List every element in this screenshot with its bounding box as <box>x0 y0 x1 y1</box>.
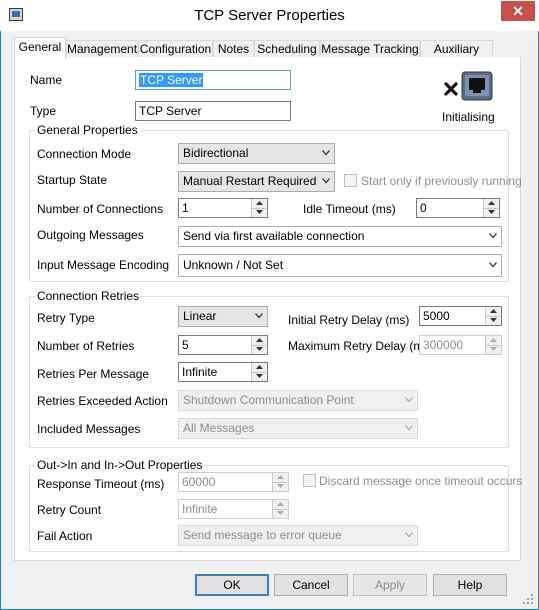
connection-retries-legend: Connection Retries <box>35 289 142 303</box>
retries-per-message-label: Retries Per Message <box>37 367 150 381</box>
number-of-retries-label: Number of Retries <box>37 339 135 353</box>
input-encoding-value: Unknown / Not Set <box>183 258 284 272</box>
network-port-error-icon <box>443 70 495 106</box>
tab-general[interactable]: General <box>14 37 66 59</box>
startup-state-select[interactable]: Manual Restart Required <box>178 171 335 192</box>
fail-action-select: Send message to error queue <box>178 525 418 546</box>
name-value: TCP Server <box>139 73 204 87</box>
name-field[interactable]: TCP Server <box>135 70 291 90</box>
chevron-down-icon <box>489 262 497 269</box>
included-messages-value: All Messages <box>183 421 255 435</box>
number-of-connections-value: 1 <box>182 201 189 215</box>
initial-retry-delay-label: Initial Retry Delay (ms) <box>288 313 410 327</box>
spin-down-icon[interactable] <box>484 208 498 217</box>
help-button[interactable]: Help <box>433 574 507 596</box>
general-properties-legend: General Properties <box>35 123 140 137</box>
name-label: Name <box>30 73 63 87</box>
start-only-label: Start only if previously running <box>361 174 522 188</box>
maximum-retry-delay-value: 300000 <box>423 338 464 352</box>
chevron-down-icon <box>405 397 413 404</box>
ok-button[interactable]: OK <box>195 574 269 596</box>
response-timeout-label: Response Timeout (ms) <box>37 477 165 491</box>
type-label: Type <box>30 104 57 118</box>
idle-timeout-spinner[interactable]: 0 <box>416 198 500 218</box>
spin-down-icon <box>273 509 287 518</box>
retries-exceeded-action-value: Shutdown Communication Point <box>183 393 354 407</box>
outgoing-messages-select[interactable]: Send via first available connection <box>178 226 502 247</box>
close-button[interactable]: ✕ <box>501 1 535 21</box>
discard-message-label: Discard message once timeout occurs <box>319 474 523 488</box>
spin-down-icon <box>273 482 287 491</box>
start-only-checkbox[interactable] <box>344 174 357 187</box>
out-in-properties-legend: Out->In and In->Out Properties <box>35 458 205 472</box>
chevron-down-icon <box>489 233 497 240</box>
number-of-retries-spinner[interactable]: 5 <box>178 335 268 355</box>
number-of-connections-label: Number of Connections <box>37 202 164 216</box>
connection-mode-label: Connection Mode <box>37 147 132 161</box>
cancel-button[interactable]: Cancel <box>274 574 348 596</box>
status-text: Initialising <box>442 110 495 124</box>
retry-count-spinner: Infinite <box>178 499 289 519</box>
outgoing-messages-label: Outgoing Messages <box>37 228 144 242</box>
initial-retry-delay-value: 5000 <box>423 309 450 323</box>
retries-exceeded-action-select: Shutdown Communication Point <box>178 390 418 411</box>
number-of-retries-value: 5 <box>182 338 189 352</box>
spinner-buttons <box>272 500 288 518</box>
fail-action-label: Fail Action <box>37 529 93 543</box>
input-encoding-select[interactable]: Unknown / Not Set <box>178 254 502 277</box>
spinner-buttons <box>485 336 501 354</box>
chevron-down-icon <box>322 178 330 185</box>
spin-down-icon[interactable] <box>252 372 266 381</box>
chevron-down-icon <box>322 150 330 157</box>
retry-count-label: Retry Count <box>37 503 102 517</box>
idle-timeout-value: 0 <box>420 201 427 215</box>
retries-per-message-spinner[interactable]: Infinite <box>178 362 268 382</box>
retry-type-label: Retry Type <box>37 311 95 325</box>
spinner-buttons[interactable] <box>251 363 267 381</box>
retry-type-select[interactable]: Linear <box>178 306 268 327</box>
chevron-down-icon <box>405 425 413 432</box>
chevron-down-icon <box>405 532 413 539</box>
response-timeout-value: 60000 <box>182 475 216 489</box>
startup-state-label: Startup State <box>37 173 108 187</box>
spinner-buttons[interactable] <box>485 307 501 325</box>
resize-grip-icon[interactable] <box>522 593 534 605</box>
spinner-buttons[interactable] <box>483 199 499 217</box>
retries-exceeded-action-label: Retries Exceeded Action <box>37 394 168 408</box>
retry-type-value: Linear <box>183 309 217 323</box>
input-encoding-label: Input Message Encoding <box>37 258 170 272</box>
retry-count-value: Infinite <box>182 502 218 516</box>
connection-mode-select[interactable]: Bidirectional <box>178 143 335 164</box>
spinner-buttons[interactable] <box>251 199 267 217</box>
apply-button: Apply <box>353 574 427 596</box>
spinner-buttons[interactable] <box>251 336 267 354</box>
initial-retry-delay-spinner[interactable]: 5000 <box>419 306 502 326</box>
fail-action-value: Send message to error queue <box>183 528 342 542</box>
retries-per-message-value: Infinite <box>182 365 218 379</box>
idle-timeout-label: Idle Timeout (ms) <box>303 202 396 216</box>
window-title: TCP Server Properties <box>194 7 345 24</box>
chevron-down-icon <box>255 313 263 320</box>
spin-down-icon <box>486 345 500 354</box>
spin-down-icon[interactable] <box>252 345 266 354</box>
included-messages-label: Included Messages <box>37 422 141 436</box>
maximum-retry-delay-spinner: 300000 <box>419 335 502 355</box>
startup-state-value: Manual Restart Required <box>183 174 317 188</box>
maximum-retry-delay-label: Maximum Retry Delay (ms) <box>288 339 434 353</box>
spinner-buttons <box>272 473 288 491</box>
response-timeout-spinner: 60000 <box>178 472 289 492</box>
spin-down-icon[interactable] <box>486 316 500 325</box>
type-field: TCP Server <box>135 101 291 121</box>
discard-message-checkbox[interactable] <box>303 474 316 487</box>
connection-mode-value: Bidirectional <box>183 146 249 160</box>
spin-down-icon[interactable] <box>252 208 266 217</box>
included-messages-select: All Messages <box>178 418 418 439</box>
outgoing-messages-value: Send via first available connection <box>183 229 365 243</box>
number-of-connections-spinner[interactable]: 1 <box>178 198 268 218</box>
